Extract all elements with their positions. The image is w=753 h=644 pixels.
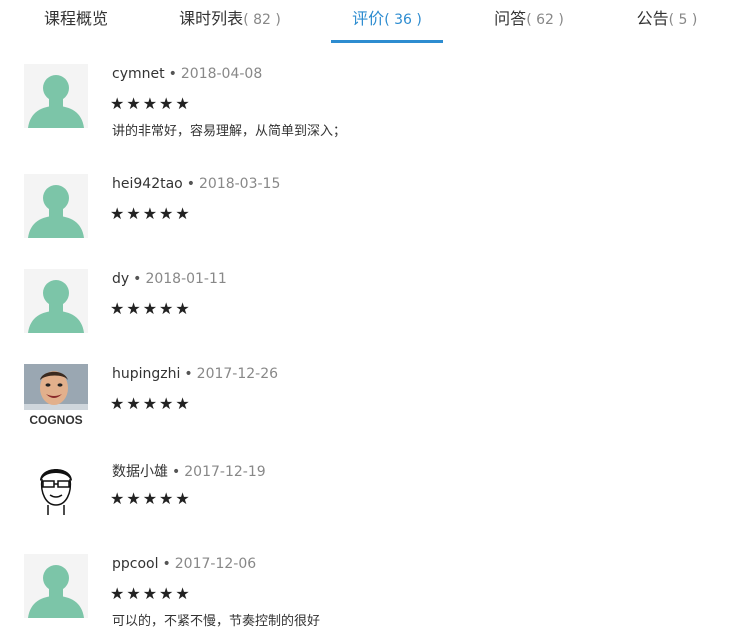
review-date: 2017-12-19 (184, 464, 266, 480)
rating-stars: ★★★★★ (110, 584, 192, 603)
meta-separator: • (162, 556, 171, 572)
meta-separator: • (168, 66, 177, 82)
tab-label: 课程概览 (44, 9, 109, 28)
meta-separator: • (172, 464, 181, 480)
review-comment: 可以的，不紧不慢，节奏控制的很好 (112, 614, 321, 629)
photo-avatar-icon[interactable]: COGNOS (24, 364, 88, 428)
tab-count: ( 5 ) (668, 12, 698, 28)
rating-stars: ★★★★★ (110, 94, 192, 113)
review-author[interactable]: cymnet (112, 66, 165, 82)
tab-label: 公告 (636, 9, 669, 28)
tab-count: ( 82 ) (243, 12, 281, 28)
default-user-avatar-icon[interactable] (24, 554, 88, 618)
tab-qa[interactable]: 问答( 62 ) (492, 0, 566, 42)
review-author[interactable]: hupingzhi (112, 366, 180, 382)
rating-stars: ★★★★★ (110, 204, 192, 223)
review-author[interactable]: hei942tao (112, 176, 183, 192)
tab-announcements[interactable]: 公告( 5 ) (634, 0, 700, 42)
meta-separator: • (186, 176, 195, 192)
review-date: 2017-12-06 (174, 556, 257, 572)
sketch-avatar-icon[interactable] (24, 459, 88, 523)
default-user-avatar-icon[interactable] (24, 64, 88, 128)
course-tabs: 课程概览 课时列表( 82 ) 评价( 36 ) 问答( 62 ) 公告( 5 … (0, 0, 753, 44)
review-date: 2017-12-26 (196, 366, 279, 382)
tab-count: ( 36 ) (384, 12, 422, 28)
review-author[interactable]: ppcool (112, 556, 159, 572)
svg-text:COGNOS: COGNOS (29, 413, 82, 427)
tab-overview[interactable]: 课程概览 (44, 0, 108, 42)
tab-label: 评价 (352, 9, 385, 28)
review-date: 2018-03-15 (199, 176, 281, 192)
active-tab-indicator (331, 40, 443, 43)
meta-separator: • (133, 271, 142, 287)
review-author[interactable]: dy (112, 271, 129, 287)
review-author[interactable]: 数据小雄 (112, 464, 168, 480)
tab-reviews[interactable]: 评价( 36 ) (331, 0, 443, 42)
review-date: 2018-04-08 (180, 66, 263, 82)
default-user-avatar-icon[interactable] (24, 174, 88, 238)
rating-stars: ★★★★★ (110, 489, 192, 508)
tab-lessons[interactable]: 课时列表( 82 ) (178, 0, 282, 42)
tab-count: ( 62 ) (526, 12, 564, 28)
review-date: 2018-01-11 (145, 271, 227, 287)
tab-label: 问答 (494, 9, 527, 28)
tab-label: 课时列表 (179, 9, 244, 28)
rating-stars: ★★★★★ (110, 394, 192, 413)
review-comment: 讲的非常好，容易理解，从简单到深入； (112, 124, 347, 139)
default-user-avatar-icon[interactable] (24, 269, 88, 333)
meta-separator: • (184, 366, 193, 382)
rating-stars: ★★★★★ (110, 299, 192, 318)
